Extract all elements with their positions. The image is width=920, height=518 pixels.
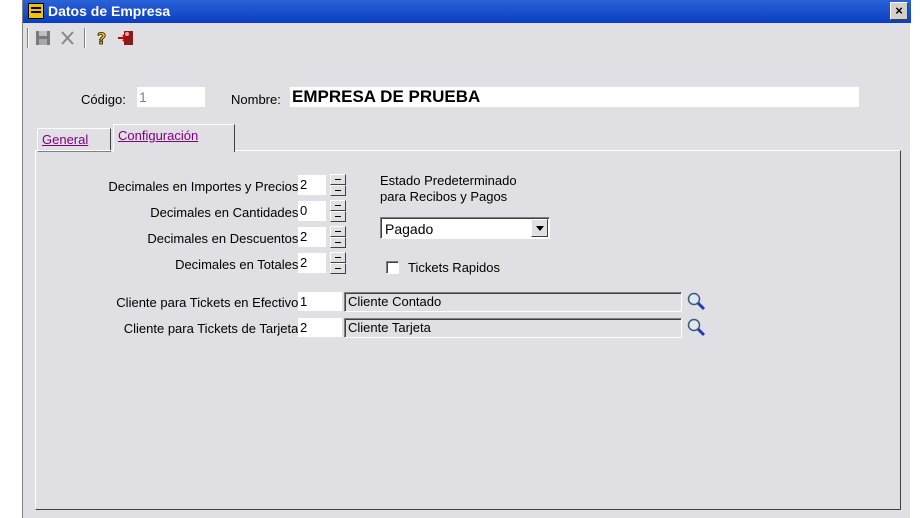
toolbar-separator bbox=[84, 28, 86, 48]
decimales-cantidades-field[interactable]: 0 bbox=[298, 201, 326, 221]
toolbar: ? bbox=[23, 25, 911, 51]
decimales-importes-field[interactable]: 2 bbox=[298, 175, 326, 195]
decimales-totales-field[interactable]: 2 bbox=[298, 253, 326, 273]
toolbar-separator bbox=[27, 28, 29, 48]
configuracion-panel: Decimales en Importes y Precios: 2 Decim… bbox=[35, 150, 901, 510]
codigo-field[interactable]: 1 bbox=[137, 87, 205, 107]
save-icon[interactable] bbox=[33, 28, 55, 48]
decimales-totales-spinner[interactable] bbox=[330, 252, 346, 274]
decimales-totales-label: Decimales en Totales: bbox=[175, 257, 302, 272]
decimales-cantidades-spinner[interactable] bbox=[330, 200, 346, 222]
tickets-rapidos-checkbox[interactable] bbox=[386, 261, 399, 274]
estado-label-line2: para Recibos y Pagos bbox=[380, 189, 508, 204]
decimales-descuentos-spinner[interactable] bbox=[330, 226, 346, 248]
tab-general[interactable]: General bbox=[37, 128, 111, 152]
cliente-efectivo-name: Cliente Contado bbox=[344, 292, 682, 312]
estado-select[interactable]: Pagado bbox=[380, 217, 550, 239]
app-icon bbox=[28, 3, 44, 19]
svg-text:?: ? bbox=[97, 29, 106, 48]
close-button[interactable]: × bbox=[890, 2, 908, 20]
decimales-cantidades-label: Decimales en Cantidades: bbox=[150, 205, 302, 220]
estado-label-line1: Estado Predeterminado bbox=[380, 173, 517, 188]
cliente-tarjeta-name: Cliente Tarjeta bbox=[344, 318, 682, 338]
tab-configuracion[interactable]: Configuración bbox=[113, 124, 235, 152]
search-icon[interactable] bbox=[686, 291, 706, 311]
decimales-descuentos-label: Decimales en Descuentos: bbox=[147, 231, 302, 246]
search-icon[interactable] bbox=[686, 317, 706, 337]
datos-empresa-window: Datos de Empresa × ? Código: 1 Nombre: E… bbox=[22, 0, 911, 518]
cliente-efectivo-label: Cliente para Tickets en Efectivo: bbox=[116, 295, 302, 310]
decimales-importes-label: Decimales en Importes y Precios: bbox=[108, 179, 302, 194]
estado-select-value: Pagado bbox=[385, 221, 434, 237]
cliente-tarjeta-label: Cliente para Tickets de Tarjeta: bbox=[123, 321, 302, 336]
decimales-importes-spinner[interactable] bbox=[330, 174, 346, 196]
nombre-label: Nombre: bbox=[231, 92, 281, 107]
title-bar[interactable]: Datos de Empresa × bbox=[23, 0, 911, 23]
decimales-descuentos-field[interactable]: 2 bbox=[298, 227, 326, 247]
help-icon[interactable]: ? bbox=[91, 28, 113, 49]
cliente-tarjeta-code-field[interactable]: 2 bbox=[298, 318, 342, 337]
exit-icon[interactable] bbox=[115, 28, 137, 48]
codigo-label: Código: bbox=[81, 92, 126, 107]
nombre-field[interactable]: EMPRESA DE PRUEBA bbox=[290, 87, 859, 107]
tickets-rapidos-label: Tickets Rapidos bbox=[408, 260, 500, 275]
window-title: Datos de Empresa bbox=[48, 3, 171, 19]
cancel-icon[interactable] bbox=[57, 28, 79, 48]
cliente-efectivo-code-field[interactable]: 1 bbox=[298, 292, 342, 311]
chevron-down-icon[interactable] bbox=[531, 219, 548, 237]
